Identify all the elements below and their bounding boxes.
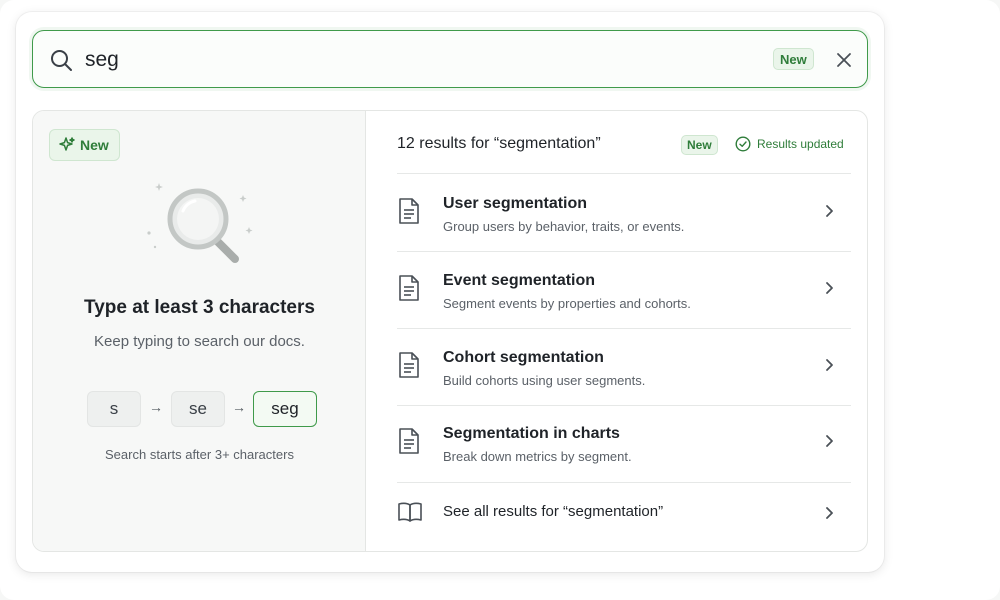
search-icon (51, 50, 72, 71)
step-chip-active: seg (253, 391, 317, 427)
arrow-right-icon: → (149, 399, 163, 415)
step-chip: se (171, 391, 225, 427)
document-icon (399, 198, 419, 224)
document-icon (399, 275, 419, 301)
chevron-right-icon (826, 359, 833, 371)
result-item-event-segmentation[interactable]: Event segmentation Segment events by pro… (397, 272, 851, 316)
chevron-right-icon (826, 435, 833, 447)
empty-state-subtitle: Keep typing to search our docs. (94, 333, 305, 350)
check-circle-icon (735, 136, 751, 152)
divider (397, 482, 851, 483)
result-item-segmentation-in-charts[interactable]: Segmentation in charts Break down metric… (397, 425, 851, 469)
search-bar: New (32, 30, 868, 88)
divider (397, 405, 851, 406)
results-new-badge: New (681, 135, 718, 155)
close-icon[interactable] (831, 47, 857, 73)
document-icon (399, 428, 419, 454)
result-title: User segmentation (443, 195, 588, 212)
result-item-user-segmentation[interactable]: User segmentation Group users by behavio… (397, 195, 851, 239)
chevron-right-icon (826, 282, 833, 294)
result-item-cohort-segmentation[interactable]: Cohort segmentation Build cohorts using … (397, 349, 851, 393)
result-description: Break down metrics by segment. (443, 449, 632, 464)
results-panel: New Type at least 3 characters Keep typi… (32, 110, 868, 552)
see-all-results-link[interactable]: See all results for “segmentation” (397, 499, 851, 531)
result-title: Cohort segmentation (443, 349, 604, 366)
document-icon (399, 352, 419, 378)
chevron-right-icon (826, 205, 833, 217)
new-feature-label: New (80, 137, 109, 153)
new-feature-badge: New (49, 129, 120, 161)
empty-state-title: Type at least 3 characters (84, 297, 315, 318)
divider (397, 173, 851, 174)
see-all-label: See all results for “segmentation” (443, 503, 664, 520)
search-input[interactable] (85, 43, 685, 77)
results-pane: 12 results for “segmentation” New Result… (367, 111, 867, 551)
divider (397, 251, 851, 252)
divider (397, 328, 851, 329)
results-status-label: Results updated (757, 137, 844, 151)
result-description: Build cohorts using user segments. (443, 373, 646, 388)
steps-caption: Search starts after 3+ characters (105, 447, 294, 462)
typing-steps: s → se → seg (87, 391, 317, 427)
results-heading: 12 results for “segmentation” (397, 135, 601, 152)
result-description: Group users by behavior, traits, or even… (443, 219, 685, 234)
result-description: Segment events by properties and cohorts… (443, 296, 691, 311)
chevron-right-icon (826, 507, 833, 519)
empty-state-pane: New Type at least 3 characters Keep typi… (33, 111, 366, 551)
magnifier-illustration (147, 183, 253, 263)
results-status: Results updated (735, 136, 844, 152)
result-title: Segmentation in charts (443, 425, 620, 442)
new-badge: New (773, 48, 814, 70)
sparkle-icon (59, 137, 75, 151)
book-open-icon (398, 502, 422, 522)
result-title: Event segmentation (443, 272, 596, 289)
step-chip: s (87, 391, 141, 427)
arrow-right-icon: → (232, 399, 246, 415)
search-dialog: New New (16, 12, 884, 572)
